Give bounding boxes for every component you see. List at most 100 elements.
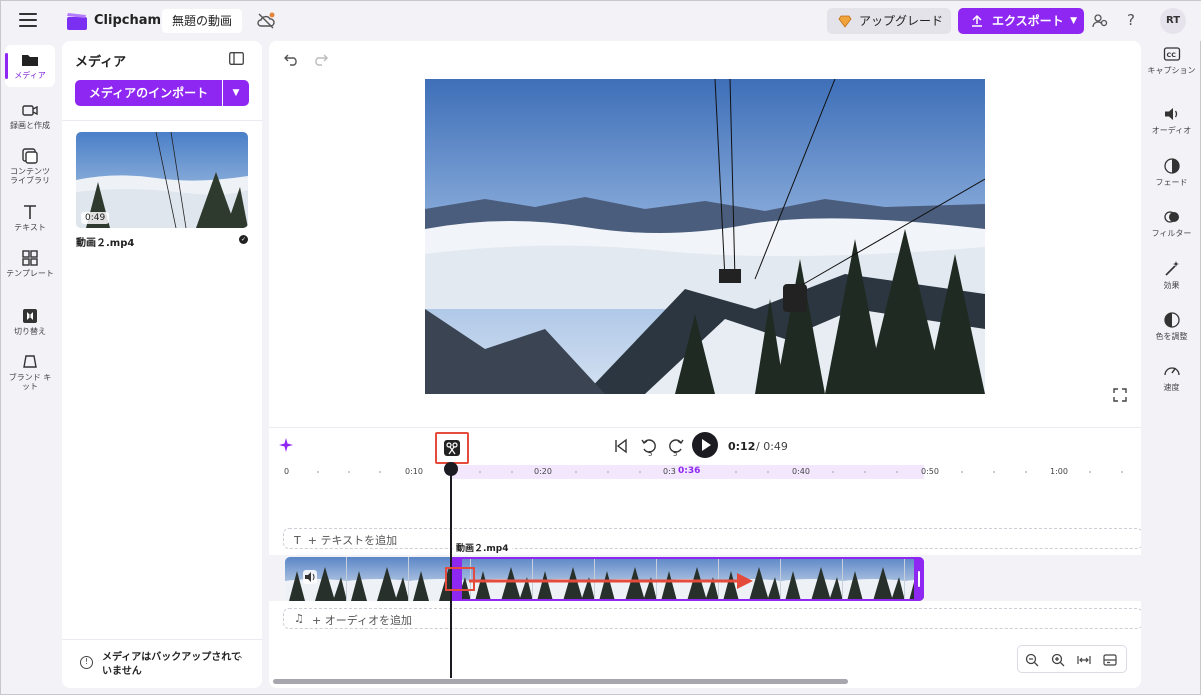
nav-item-media[interactable]: メディア [5, 45, 55, 87]
transition-icon [23, 309, 37, 323]
captions-icon: CC [1163, 47, 1180, 61]
clip-volume-icon[interactable] [303, 570, 317, 584]
clip-right-handle[interactable] [914, 558, 924, 600]
fit-timeline-icon[interactable] [1077, 653, 1091, 667]
rewind-5-icon[interactable]: 5 [640, 437, 658, 457]
nav-label-templates: テンプレート [6, 269, 54, 278]
right-item-color[interactable]: 色を調整 [1144, 311, 1199, 341]
fade-icon [1163, 158, 1180, 174]
ruler-dot [1121, 471, 1123, 473]
ruler-dot [735, 471, 737, 473]
svg-text:5: 5 [648, 450, 652, 457]
avatar[interactable]: RT [1160, 8, 1186, 34]
media-thumbnail[interactable]: 0:49 [76, 132, 248, 228]
nav-item-record[interactable]: 録画と作成 [5, 101, 55, 130]
ruler-tick: 0:10 [405, 467, 423, 476]
ruler-dot [317, 471, 319, 473]
sparkle-icon[interactable] [279, 438, 293, 452]
scissors-icon [444, 440, 460, 456]
ruler-tick: 0 [284, 467, 290, 476]
share-people-icon[interactable] [1092, 12, 1110, 30]
ruler-dot [511, 471, 513, 473]
ruler-dot [1025, 471, 1027, 473]
video-preview[interactable] [425, 79, 985, 394]
play-button[interactable] [692, 432, 718, 458]
diamond-icon [838, 15, 852, 28]
right-label-filters: フィルター [1151, 229, 1192, 238]
right-item-captions[interactable]: CC キャプション [1144, 45, 1199, 75]
ruler-dot [379, 471, 381, 473]
upgrade-label: アップグレード [859, 14, 944, 28]
left-nav: メディア 録画と作成 コンテンツ ライブラリ テキスト テンプレート 切り替え … [1, 41, 61, 695]
divider [62, 120, 262, 121]
right-item-speed[interactable]: 速度 [1144, 362, 1199, 392]
ruler-dot [864, 471, 866, 473]
ruler-cursor-time: 0:36 [678, 466, 701, 476]
timeline-scrollbar[interactable] [273, 679, 848, 684]
help-icon[interactable]: ? [1127, 11, 1135, 29]
thumbnail-duration: 0:49 [81, 212, 110, 224]
filter-icon [1163, 211, 1179, 223]
chevron-up-icon[interactable]: ⌃ [236, 655, 244, 666]
right-label-captions: キャプション [1147, 66, 1196, 75]
skip-to-start-icon[interactable] [613, 438, 629, 454]
ruler-dot [639, 471, 641, 473]
menu-icon[interactable] [19, 13, 37, 29]
info-icon: ! [80, 656, 93, 669]
ruler-dot [348, 471, 350, 473]
add-audio-track[interactable]: ♫ + オーディオを追加 [283, 608, 1141, 629]
effects-wand-icon [1164, 261, 1179, 276]
ruler-dot [961, 471, 963, 473]
redo-icon[interactable] [313, 52, 329, 66]
media-file-name: 動画２.mp4 [76, 238, 135, 249]
import-dropdown-button[interactable]: ▼ [223, 80, 249, 106]
ruler-dot [575, 471, 577, 473]
zoom-out-icon[interactable] [1025, 653, 1039, 667]
split-button[interactable] [435, 432, 469, 464]
collapse-panel-icon[interactable] [229, 52, 244, 65]
ruler-dot [607, 471, 609, 473]
right-label-speed: 速度 [1163, 383, 1180, 392]
nav-item-transitions[interactable]: 切り替え [5, 307, 55, 336]
right-label-fade: フェード [1155, 178, 1188, 187]
export-label: エクスポート [992, 14, 1064, 28]
svg-text:CC: CC [1166, 51, 1176, 59]
upgrade-button[interactable]: アップグレード [827, 8, 951, 34]
ruler-tick: 1:00 [1050, 467, 1068, 476]
nav-label-transitions: 切り替え [14, 327, 46, 336]
nav-item-library[interactable]: コンテンツ ライブラリ [5, 147, 55, 185]
add-text-label: + テキストを追加 [307, 534, 398, 547]
zoom-in-icon[interactable] [1051, 653, 1065, 667]
current-time: 0:12 [728, 440, 756, 453]
nav-item-text[interactable]: テキスト [5, 203, 55, 232]
nav-label-library: コンテンツ ライブラリ [10, 167, 50, 185]
fullscreen-icon[interactable] [1113, 388, 1127, 402]
nav-item-templates[interactable]: テンプレート [5, 249, 55, 278]
right-label-effects: 効果 [1163, 281, 1180, 290]
camera-icon [22, 105, 38, 116]
ruler-tick: 0:40 [792, 467, 810, 476]
add-text-track[interactable]: T + テキストを追加 [283, 528, 1141, 549]
ruler-dot [896, 471, 898, 473]
checkmark-icon: ✓ [239, 235, 248, 244]
cloud-offline-icon[interactable] [256, 11, 276, 31]
total-time: / 0:49 [756, 440, 788, 453]
project-title[interactable]: 無題の動画 [162, 9, 243, 33]
import-media-button[interactable]: メディアのインポート [75, 80, 222, 106]
playhead-handle[interactable] [444, 462, 458, 476]
clip-label: 動画２.mp4 [453, 540, 512, 555]
text-icon: T [294, 534, 301, 547]
right-item-fade[interactable]: フェード [1144, 157, 1199, 187]
export-button[interactable]: エクスポート ▼ [958, 8, 1084, 34]
add-audio-label: + オーディオを追加 [312, 614, 412, 627]
nav-item-brand-kit[interactable]: ブランド キット [5, 353, 55, 391]
right-item-audio[interactable]: オーディオ [1144, 105, 1199, 135]
nav-label-record: 録画と作成 [10, 121, 50, 130]
right-item-effects[interactable]: 効果 [1144, 260, 1199, 290]
ruler-dot [832, 471, 834, 473]
timeline-settings-icon[interactable] [1103, 653, 1117, 667]
forward-5-icon[interactable]: 5 [667, 437, 685, 457]
undo-icon[interactable] [283, 52, 299, 66]
right-item-filters[interactable]: フィルター [1144, 208, 1199, 238]
app-window: Clipchamp 無題の動画 アップグレード エクスポート ▼ ? RT メデ… [0, 0, 1201, 695]
